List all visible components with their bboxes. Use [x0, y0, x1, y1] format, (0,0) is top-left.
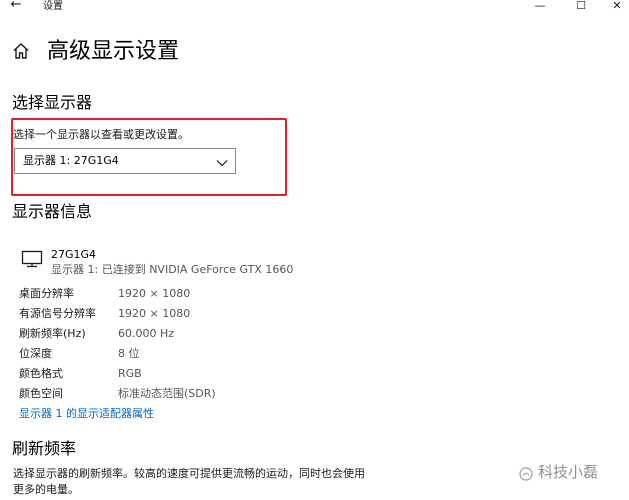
minimize-button[interactable]: — — [525, 0, 555, 14]
select-display-heading: 选择显示器 — [12, 93, 93, 112]
back-arrow-icon[interactable]: ← — [8, 0, 24, 14]
refresh-rate-description-line1: 选择显示器的刷新频率。较高的速度可提供更流畅的运动，同时也会使用 — [13, 467, 365, 480]
select-display-description: 选择一个显示器以查看或更改设置。 — [13, 128, 189, 141]
window-title: 设置 — [43, 1, 63, 12]
prop-label-color-format: 颜色格式 — [19, 367, 63, 380]
prop-label-desktop-resolution: 桌面分辨率 — [19, 287, 74, 300]
close-button[interactable]: ✕ — [602, 0, 629, 14]
display-adapter-properties-link[interactable]: 显示器 1 的显示适配器属性 — [19, 407, 154, 421]
prop-value-active-signal-resolution: 1920 × 1080 — [118, 307, 191, 320]
display-select-dropdown[interactable]: 显示器 1: 27G1G4 — [14, 148, 236, 174]
watermark-logo-icon — [519, 466, 533, 481]
watermark-text: 科技小磊 — [538, 463, 599, 481]
display-select-value: 显示器 1: 27G1G4 — [23, 154, 119, 167]
title-bar: ← 设置 — ☐ ✕ — [0, 0, 629, 14]
display-info-heading: 显示器信息 — [12, 202, 93, 221]
home-icon[interactable] — [12, 42, 30, 60]
prop-value-color-space: 标准动态范围(SDR) — [118, 387, 216, 400]
refresh-rate-description-line2: 更多的电量。 — [13, 483, 79, 496]
settings-window: ← 设置 — ☐ ✕ 高级显示设置 选择显示器 选择一个显示器以查看或更改设置。… — [0, 0, 629, 500]
monitor-icon — [21, 250, 43, 268]
prop-label-color-space: 颜色空间 — [19, 387, 63, 400]
refresh-rate-heading: 刷新频率 — [12, 439, 77, 458]
prop-label-bit-depth: 位深度 — [19, 347, 52, 360]
prop-value-desktop-resolution: 1920 × 1080 — [118, 287, 191, 300]
prop-value-bit-depth: 8 位 — [118, 347, 140, 360]
prop-label-active-signal-resolution: 有源信号分辨率 — [19, 307, 96, 320]
prop-label-refresh-rate: 刷新频率(Hz) — [19, 327, 86, 340]
monitor-name: 27G1G4 — [51, 248, 97, 261]
maximize-button[interactable]: ☐ — [566, 0, 596, 14]
page-title: 高级显示设置 — [47, 39, 180, 64]
monitor-connection: 显示器 1: 已连接到 NVIDIA GeForce GTX 1660 — [51, 263, 294, 276]
prop-value-color-format: RGB — [118, 367, 142, 380]
chevron-down-icon — [215, 155, 229, 169]
prop-value-refresh-rate: 60.000 Hz — [118, 327, 175, 340]
